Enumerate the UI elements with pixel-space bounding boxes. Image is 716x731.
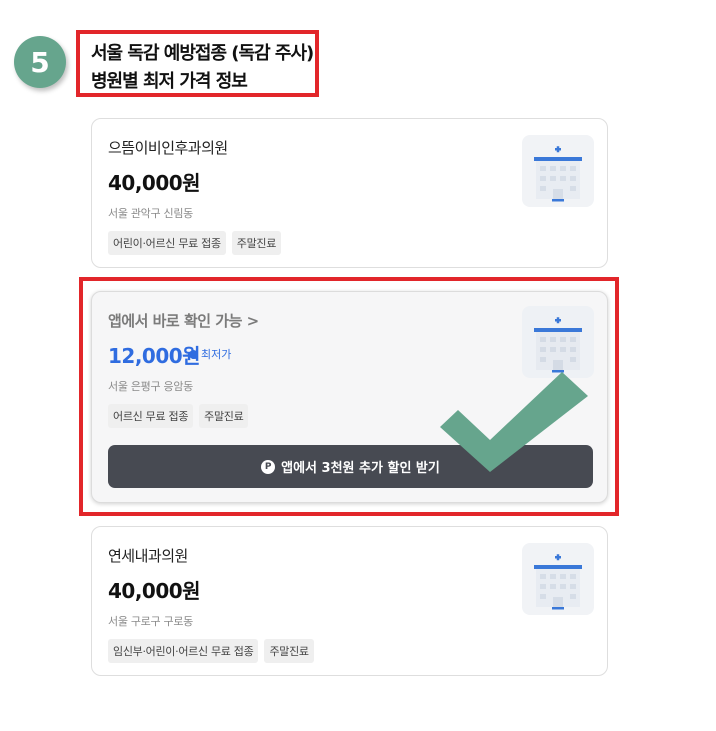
app-check-link[interactable]: 앱에서 바로 확인 가능 > bbox=[108, 310, 259, 331]
hospital-card[interactable]: 으뜸이비인후과의원 40,000원 서울 관악구 신림동 어린이·어르신 무료 … bbox=[91, 118, 608, 268]
hospital-building-icon bbox=[522, 135, 594, 207]
tag-free-vaccine: 임신부·어린이·어르신 무료 접종 bbox=[108, 639, 259, 663]
tag-list: 어린이·어르신 무료 접종 주말진료 bbox=[108, 231, 282, 255]
price-tag-icon bbox=[187, 347, 200, 361]
section-title-line1: 서울 독감 예방접종 (독감 주사) bbox=[91, 43, 314, 64]
tag-list: 어르신 무료 접종 주말진료 bbox=[108, 404, 249, 428]
hospital-address: 서울 관악구 신림동 bbox=[108, 207, 193, 220]
hospital-address: 서울 은평구 응암동 bbox=[108, 380, 193, 393]
lowest-price-label: 최저가 bbox=[201, 348, 232, 361]
app-discount-label: 앱에서 3천원 추가 할인 받기 bbox=[281, 461, 440, 476]
checkmark-icon bbox=[440, 372, 588, 472]
tag-free-vaccine: 어르신 무료 접종 bbox=[108, 404, 194, 428]
point-icon: P bbox=[261, 459, 276, 474]
tag-list: 임신부·어린이·어르신 무료 접종 주말진료 bbox=[108, 639, 314, 663]
section-title-box: 서울 독감 예방접종 (독감 주사) 병원별 최저 가격 정보 bbox=[76, 30, 319, 97]
hospital-name: 연세내과의원 bbox=[108, 547, 188, 565]
tag-free-vaccine: 어린이·어르신 무료 접종 bbox=[108, 231, 226, 255]
hospital-card[interactable]: 연세내과의원 40,000원 서울 구로구 구로동 임신부·어린이·어르신 무료… bbox=[91, 526, 608, 676]
tag-weekend: 주말진료 bbox=[199, 404, 249, 428]
hospital-address: 서울 구로구 구로동 bbox=[108, 615, 193, 628]
tag-weekend: 주말진료 bbox=[264, 639, 314, 663]
hospital-name: 으뜸이비인후과의원 bbox=[108, 139, 228, 157]
hospital-building-icon bbox=[522, 306, 594, 378]
lowest-price-badge: 최저가 bbox=[187, 346, 232, 362]
hospital-price: 40,000원 bbox=[108, 171, 201, 195]
tag-weekend: 주말진료 bbox=[231, 231, 282, 255]
hospital-building-icon bbox=[522, 543, 594, 615]
hospital-price: 12,000원 bbox=[108, 344, 201, 368]
hospital-price: 40,000원 bbox=[108, 579, 201, 603]
section-title-line2: 병원별 최저 가격 정보 bbox=[91, 71, 248, 92]
step-number-badge: 5 bbox=[14, 36, 66, 88]
